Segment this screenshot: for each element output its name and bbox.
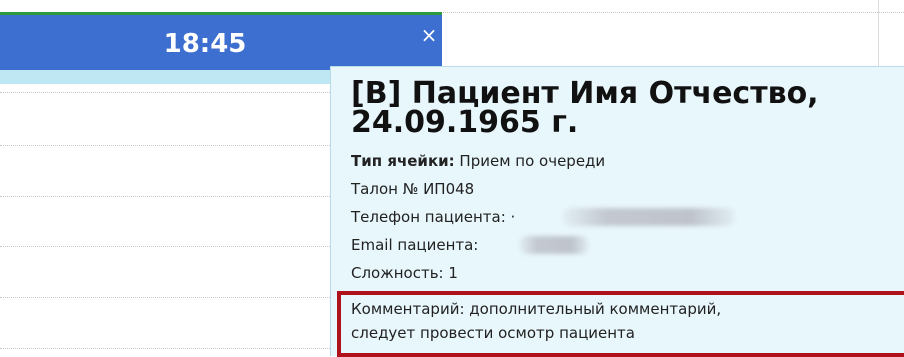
slot-time: 18:45	[163, 29, 247, 59]
ticket-line: Талон № ИП048	[351, 180, 475, 198]
phone-label: Телефон пациента: ·	[351, 208, 516, 226]
phone-line: Телефон пациента: ·	[351, 207, 515, 227]
close-icon[interactable]: ×	[420, 25, 438, 45]
comment-line-1: Комментарий: дополнительный комментарий,	[351, 300, 722, 318]
email-label: Email пациента:	[351, 236, 479, 254]
email-line: Email пациента:	[351, 235, 478, 255]
comment-line-2: следует провести осмотр пациента	[351, 324, 635, 342]
redacted-phone	[563, 208, 735, 226]
redacted-email	[519, 236, 589, 254]
cell-type-line: Тип ячейки: Прием по очереди	[351, 151, 605, 171]
appointment-slot-header[interactable]: 18:45 ×	[0, 12, 442, 70]
comment-text: Комментарий: дополнительный комментарий,…	[351, 297, 721, 345]
patient-tooltip: [В] Пациент Имя Отчество, 24.09.1965 г. …	[330, 66, 904, 357]
complexity-line: Сложность: 1	[351, 264, 458, 282]
cell-type-value: Прием по очереди	[459, 152, 606, 170]
comment-highlight-box: Комментарий: дополнительный комментарий,…	[337, 291, 904, 357]
patient-title: [В] Пациент Имя Отчество, 24.09.1965 г.	[351, 76, 819, 140]
cell-type-label: Тип ячейки:	[351, 152, 455, 170]
